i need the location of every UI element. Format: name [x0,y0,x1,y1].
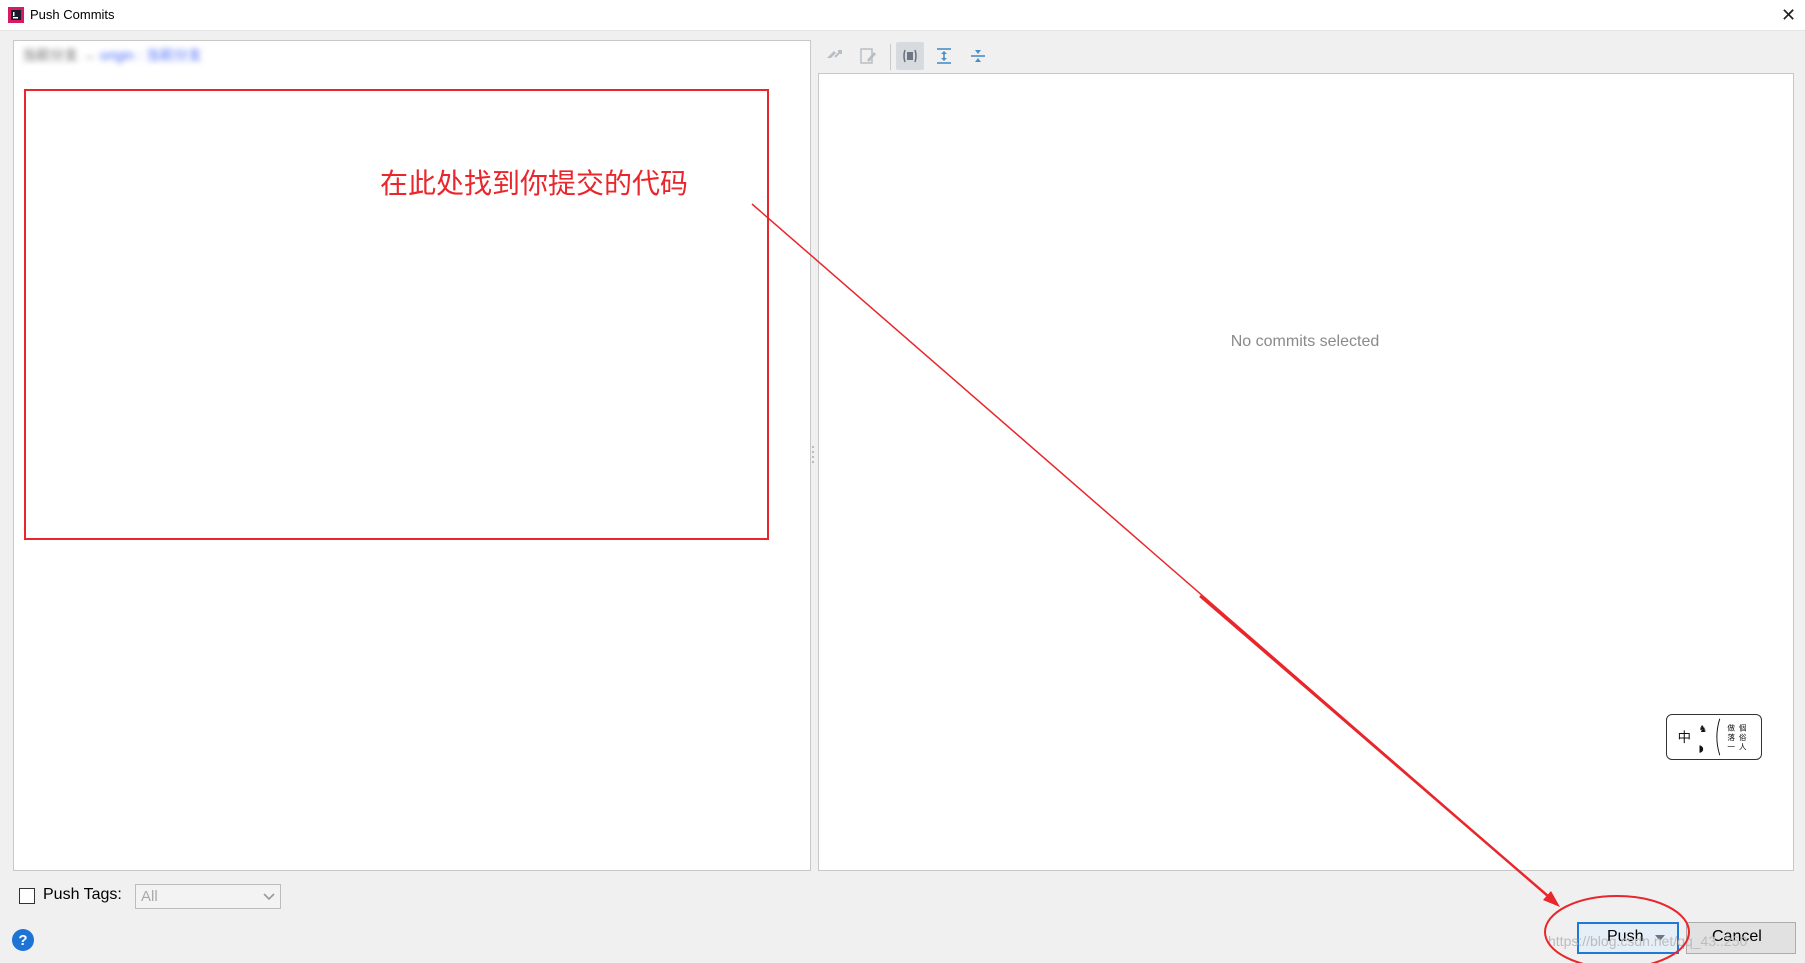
annotation-ellipse [1544,895,1690,963]
annotation-overlay [24,89,1690,963]
annotation-box [24,89,769,540]
annotation-text: 在此处找到你提交的代码 [380,167,689,200]
